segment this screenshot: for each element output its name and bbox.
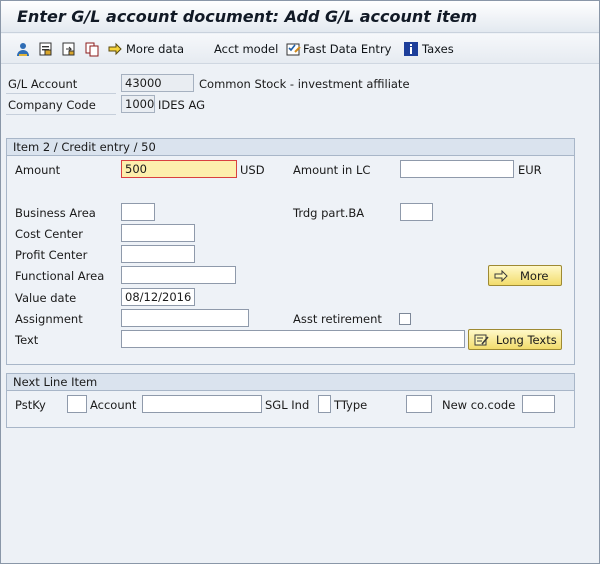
long-texts-button-label: Long Texts (496, 332, 557, 347)
sgl-ind-field[interactable] (318, 395, 331, 413)
amount-lc-field[interactable] (400, 160, 514, 178)
document-arrow-icon (61, 41, 77, 57)
pstky-label: PstKy (15, 398, 46, 412)
fast-data-entry-button[interactable]: Fast Data Entry (286, 40, 391, 58)
functional-area-label: Functional Area (15, 269, 105, 283)
divider (6, 93, 116, 94)
more-data-button[interactable]: More data (107, 40, 184, 58)
asst-retirement-label: Asst retirement (293, 312, 382, 326)
gl-account-field[interactable]: 43000 (121, 74, 194, 92)
user-icon-button[interactable] (15, 40, 31, 58)
item-group: Item 2 / Credit entry / 50 Amount 500 US… (6, 138, 575, 365)
cost-center-field[interactable] (121, 224, 195, 242)
more-data-label: More data (126, 42, 185, 56)
ttype-field[interactable] (406, 395, 432, 413)
profit-center-field[interactable] (121, 245, 195, 263)
arrow-right-icon (494, 269, 508, 282)
user-icon (15, 41, 31, 57)
amount-lc-currency: EUR (518, 163, 542, 177)
new-cocode-field[interactable] (522, 395, 555, 413)
pstky-field[interactable] (67, 395, 87, 413)
ttype-label: TType (334, 398, 368, 412)
item-group-title: Item 2 / Credit entry / 50 (7, 139, 574, 156)
post-button[interactable] (61, 40, 77, 58)
copy-icon (84, 41, 100, 57)
account-label: Account (90, 398, 137, 412)
sap-window: Enter G/L account document: Add G/L acco… (0, 0, 600, 564)
account-field[interactable] (142, 395, 262, 413)
cost-center-label: Cost Center (15, 227, 83, 241)
trdg-part-ba-label: Trdg part.BA (293, 206, 365, 220)
new-cocode-label: New co.code (442, 398, 516, 412)
amount-label: Amount (15, 163, 61, 177)
amount-currency: USD (240, 163, 265, 177)
checklist-icon (286, 41, 302, 57)
taxes-button[interactable]: Taxes (403, 40, 454, 58)
acct-model-label: Acct model (214, 42, 279, 56)
value-date-label: Value date (15, 291, 77, 305)
company-code-label: Company Code (8, 98, 96, 112)
assignment-label: Assignment (15, 312, 83, 326)
company-code-description: IDES AG (158, 98, 206, 112)
document-icon (38, 41, 54, 57)
asst-retirement-checkbox[interactable] (399, 313, 411, 325)
profit-center-label: Profit Center (15, 248, 88, 262)
edit-text-icon (474, 333, 490, 347)
gl-account-label: G/L Account (8, 77, 78, 91)
text-field[interactable] (121, 330, 465, 348)
gl-account-description: Common Stock - investment affiliate (199, 77, 410, 91)
business-area-label: Business Area (15, 206, 96, 220)
window-title: Enter G/L account document: Add G/L acco… (17, 7, 478, 26)
application-toolbar: More data Acct model Fast Data Entry Tax… (1, 34, 599, 64)
acct-model-button[interactable]: Acct model (211, 40, 278, 58)
main-content: G/L Account 43000 Common Stock - investm… (1, 65, 599, 563)
simulate-button[interactable] (38, 40, 54, 58)
arrow-right-icon (107, 41, 123, 57)
amount-lc-label: Amount in LC (293, 163, 371, 177)
assignment-field[interactable] (121, 309, 249, 327)
copy-button[interactable] (84, 40, 100, 58)
trdg-part-ba-field[interactable] (400, 203, 433, 221)
text-label: Text (15, 333, 39, 347)
more-button[interactable]: More (488, 265, 562, 286)
functional-area-field[interactable] (121, 266, 236, 284)
business-area-field[interactable] (121, 203, 155, 221)
more-button-label: More (520, 268, 549, 283)
fast-data-entry-label: Fast Data Entry (303, 42, 392, 56)
next-line-item-group: Next Line Item PstKy Account SGL Ind TTy… (6, 373, 575, 428)
value-date-field[interactable]: 08/12/2016 (121, 288, 195, 306)
company-code-field[interactable]: 1000 (121, 95, 155, 113)
taxes-label: Taxes (422, 42, 454, 56)
next-line-item-title: Next Line Item (7, 374, 574, 391)
amount-field[interactable]: 500 (121, 160, 237, 178)
sgl-ind-label: SGL Ind (265, 398, 310, 412)
info-icon (403, 41, 419, 57)
long-texts-button[interactable]: Long Texts (468, 329, 562, 350)
divider (6, 114, 116, 115)
title-bar: Enter G/L account document: Add G/L acco… (1, 1, 599, 33)
